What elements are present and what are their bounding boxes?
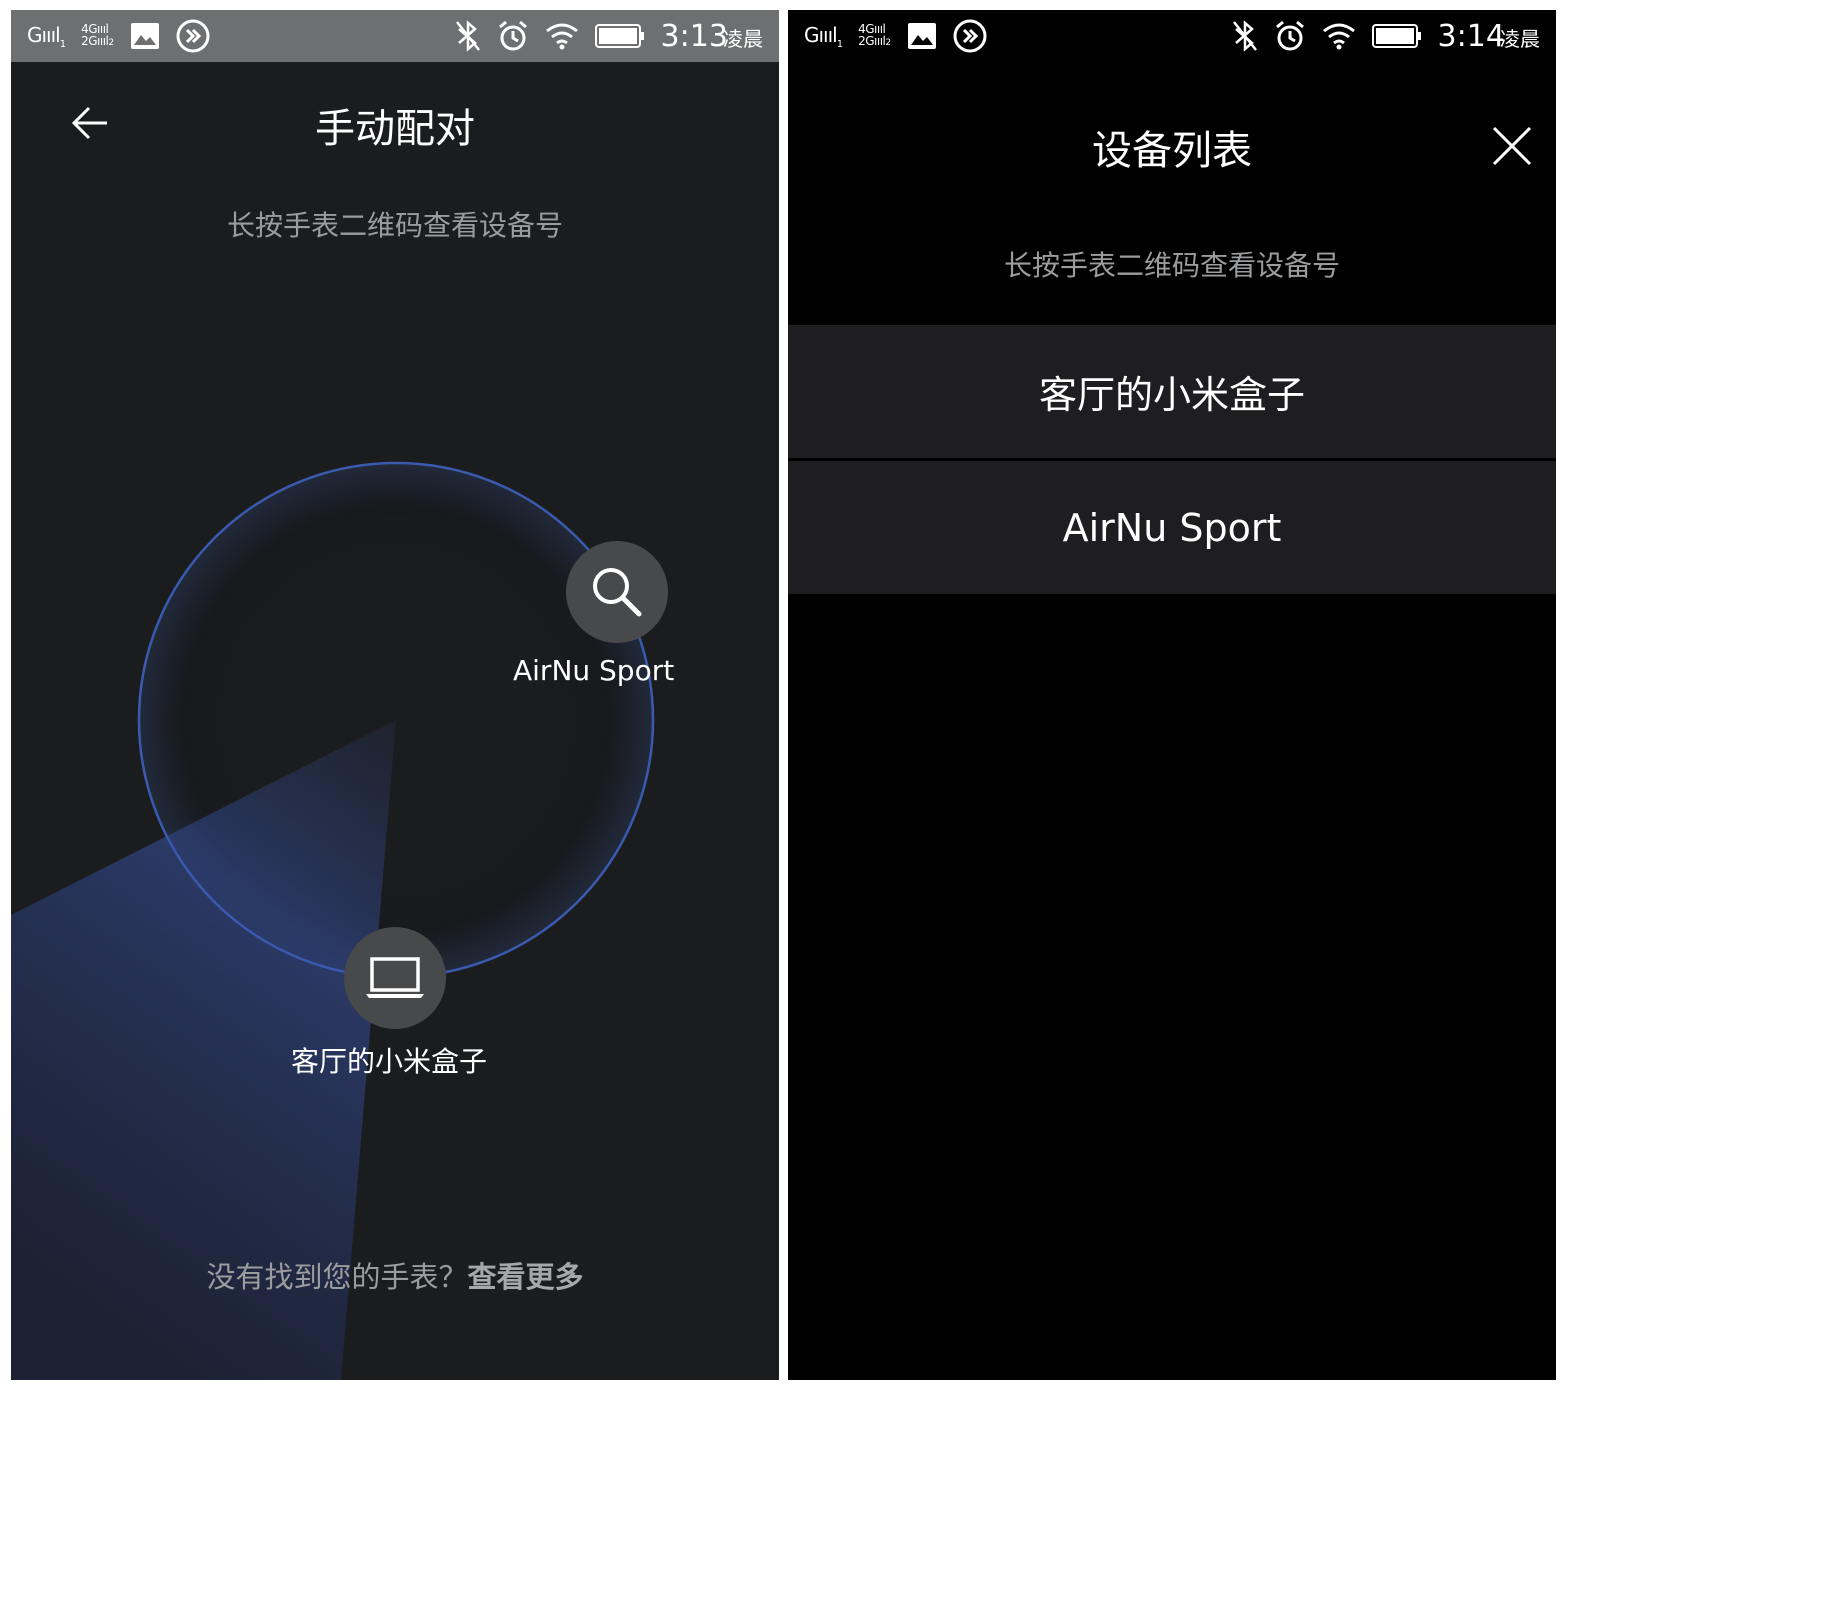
status-ampm: 凌晨 bbox=[723, 26, 763, 51]
status-bar: Gıııl1 4Gıııl 2Gıııl2 3:13 凌晨 bbox=[11, 10, 779, 62]
page-title: 手动配对 bbox=[315, 106, 475, 152]
status-bar: Gıııl1 4Gıııl 2Gıııl2 3:14 凌晨 bbox=[788, 10, 1556, 62]
signal-sim1: Gıııl1 bbox=[804, 22, 843, 50]
device-airnu-sport-label[interactable]: AirNu Sport bbox=[513, 654, 674, 687]
image-icon bbox=[130, 22, 160, 50]
footer-text: 没有找到您的手表？ bbox=[206, 1260, 468, 1294]
image-icon bbox=[907, 22, 937, 50]
fast-forward-icon bbox=[176, 19, 210, 53]
bluetooth-icon bbox=[1232, 20, 1258, 52]
device-airnu-sport-button[interactable] bbox=[566, 541, 668, 643]
fast-forward-icon bbox=[953, 19, 987, 53]
wifi-icon bbox=[545, 22, 579, 50]
device-mibox-label[interactable]: 客厅的小米盒子 bbox=[291, 1040, 487, 1080]
close-icon bbox=[1492, 126, 1532, 166]
manual-pairing-screen: Gıııl1 4Gıııl 2Gıııl2 3:13 凌晨 手动配对 长按手表二… bbox=[11, 10, 779, 1380]
device-list-item-airnu-sport[interactable]: AirNu Sport bbox=[788, 461, 1556, 594]
device-list-screen: Gıııl1 4Gıııl 2Gıııl2 3:14 凌晨 设备列表 长按手表二… bbox=[788, 10, 1556, 1380]
page-subtitle: 长按手表二维码查看设备号 bbox=[226, 209, 563, 242]
alarm-icon bbox=[497, 20, 529, 52]
close-button[interactable] bbox=[1488, 122, 1536, 170]
footer-help: 没有找到您的手表？查看更多 bbox=[11, 1254, 779, 1296]
bluetooth-icon bbox=[455, 20, 481, 52]
wifi-icon bbox=[1322, 22, 1356, 50]
device-mibox-button[interactable] bbox=[344, 927, 446, 1029]
laptop-icon bbox=[366, 957, 424, 998]
signal-sim1: Gıııl1 bbox=[27, 22, 66, 50]
device-list-item-mibox[interactable]: 客厅的小米盒子 bbox=[788, 325, 1556, 458]
alarm-icon bbox=[1274, 20, 1306, 52]
page-title: 设备列表 bbox=[1092, 128, 1252, 174]
page-subtitle: 长按手表二维码查看设备号 bbox=[1003, 249, 1340, 282]
signal-sim2: 4Gıııl 2Gıııl2 bbox=[858, 22, 891, 48]
battery-icon bbox=[594, 24, 645, 48]
status-ampm: 凌晨 bbox=[1500, 26, 1540, 51]
see-more-link[interactable]: 查看更多 bbox=[468, 1260, 584, 1294]
search-icon bbox=[593, 568, 642, 617]
status-time: 3:13 bbox=[660, 18, 728, 54]
battery-icon bbox=[1371, 24, 1422, 48]
signal-sim2: 4Gıııl 2Gıııl2 bbox=[81, 22, 114, 48]
status-time: 3:14 bbox=[1437, 18, 1505, 54]
